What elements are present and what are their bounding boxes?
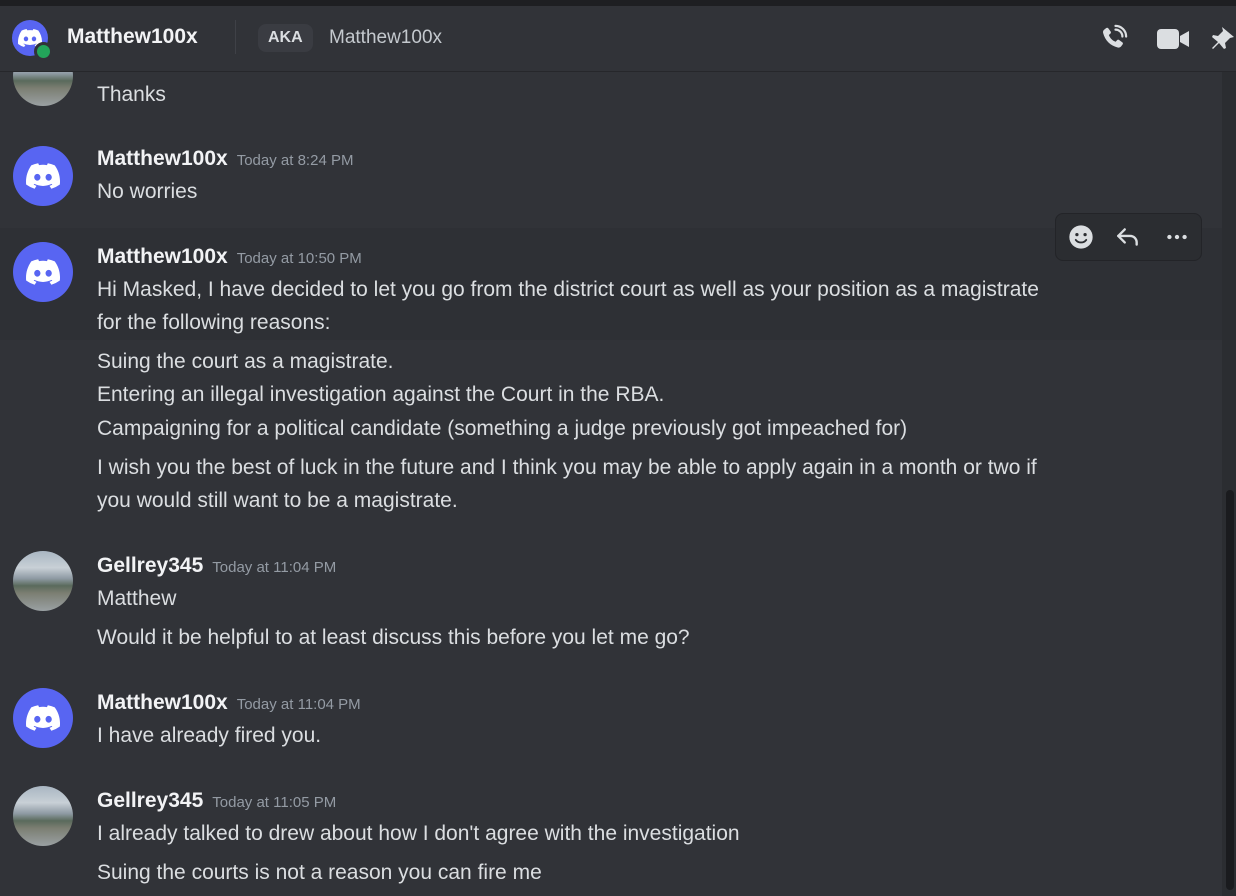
add-reaction-button[interactable]: [1064, 220, 1098, 254]
header-username[interactable]: Matthew100x: [67, 25, 198, 49]
discord-logo-icon: [26, 259, 60, 285]
message-header: Gellrey345 Today at 11:04 PM: [97, 554, 336, 578]
message-text: I wish you the best of luck in the futur…: [97, 456, 1037, 479]
message-author[interactable]: Matthew100x: [97, 245, 228, 268]
more-options-icon: [1167, 234, 1187, 240]
aka-name: Matthew100x: [329, 27, 443, 48]
discord-logo-icon: [26, 163, 60, 189]
message-author[interactable]: Matthew100x: [97, 147, 228, 170]
message-item[interactable]: Thanks: [0, 72, 1222, 120]
message-text: Thanks: [97, 83, 166, 106]
user-avatar[interactable]: [13, 551, 73, 611]
video-camera-icon: [1157, 29, 1189, 49]
user-avatar[interactable]: [13, 786, 73, 846]
message-item[interactable]: Gellrey345 Today at 11:05 PM I already ta…: [0, 772, 1222, 896]
message-item[interactable]: Matthew100x Today at 10:50 PM Hi Masked, …: [0, 228, 1222, 340]
message-text: I have already fired you.: [97, 724, 322, 747]
message-text: I already talked to drew about how I don…: [97, 822, 740, 845]
message-list: Thanks Matthew100x Today at 8:24 PM No wo…: [0, 72, 1222, 896]
online-status-indicator: [34, 42, 53, 61]
user-avatar[interactable]: [13, 242, 73, 302]
pin-icon: [1212, 27, 1234, 49]
scrollbar-thumb[interactable]: [1226, 490, 1234, 890]
message-timestamp: Today at 10:50 PM: [236, 250, 362, 267]
message-timestamp: Today at 11:05 PM: [212, 794, 337, 811]
dm-header: Matthew100x AKA Matthew100x: [0, 6, 1236, 72]
message-header: Gellrey345 Today at 11:05 PM: [97, 789, 336, 813]
message-actions-toolbar: [1055, 213, 1202, 261]
message-timestamp: Today at 11:04 PM: [212, 559, 337, 576]
message-header: Matthew100x Today at 10:50 PM: [97, 245, 362, 269]
start-voice-call-button[interactable]: [1095, 22, 1131, 56]
message-author[interactable]: Matthew100x: [97, 691, 228, 714]
message-item[interactable]: Gellrey345 Today at 11:04 PM Matthew Woul…: [0, 537, 1222, 657]
add-reaction-icon: [1069, 225, 1093, 249]
start-video-call-button[interactable]: [1155, 22, 1191, 56]
reply-icon: [1117, 228, 1138, 246]
message-text: Entering an illegal investigation agains…: [97, 383, 665, 406]
message-text: Suing the court as a magistrate.: [97, 350, 394, 373]
message-text: for the following reasons:: [97, 311, 331, 334]
phone-call-icon: [1103, 24, 1128, 48]
message-author[interactable]: Gellrey345: [97, 789, 203, 812]
message-timestamp: Today at 11:04 PM: [236, 696, 361, 713]
reply-button[interactable]: [1111, 220, 1145, 254]
message-text: Campaigning for a political candidate (s…: [97, 417, 908, 440]
message-header: Matthew100x Today at 8:24 PM: [97, 147, 353, 171]
more-options-button[interactable]: [1160, 220, 1194, 254]
message-text: Matthew: [97, 587, 177, 610]
user-avatar[interactable]: [13, 72, 73, 106]
user-avatar[interactable]: [13, 688, 73, 748]
user-avatar[interactable]: [13, 146, 73, 206]
message-text: Hi Masked, I have decided to let you go …: [97, 278, 1039, 301]
message-header: Matthew100x Today at 11:04 PM: [97, 691, 361, 715]
message-text: No worries: [97, 180, 198, 203]
header-divider: [235, 20, 236, 54]
aka-badge: AKA: [258, 24, 313, 52]
message-item[interactable]: Matthew100x Today at 8:24 PM No worries: [0, 130, 1222, 214]
discord-logo-icon: [26, 705, 60, 731]
message-text: Would it be helpful to at least discuss …: [97, 626, 690, 649]
message-author[interactable]: Gellrey345: [97, 554, 203, 577]
message-text: Suing the courts is not a reason you can…: [97, 861, 542, 884]
pinned-messages-button[interactable]: [1212, 22, 1236, 56]
message-text: you would still want to be a magistrate.: [97, 489, 458, 512]
message-timestamp: Today at 8:24 PM: [236, 152, 354, 169]
message-item[interactable]: Matthew100x Today at 11:04 PM I have alre…: [0, 674, 1222, 764]
